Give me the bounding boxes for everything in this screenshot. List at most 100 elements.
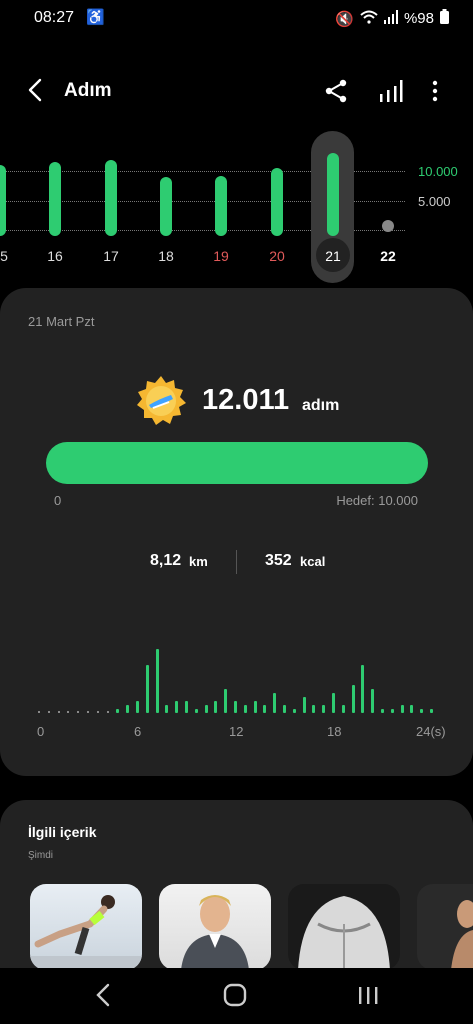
system-nav-bar (0, 968, 473, 1024)
progress-goal-label: Hedef: 10.000 (336, 493, 418, 508)
week-bar[interactable] (105, 160, 117, 236)
torso-image (298, 896, 390, 970)
calories-unit: kcal (300, 554, 326, 569)
day-label[interactable]: 20 (262, 248, 292, 264)
hist-bar (342, 705, 345, 713)
hist-bar (401, 705, 404, 713)
hist-bar (234, 701, 237, 713)
day-label[interactable]: 19 (206, 248, 236, 264)
hist-bar (371, 689, 374, 713)
wifi-icon (360, 10, 378, 28)
hist-bar (332, 693, 335, 713)
man-portrait-image (181, 895, 249, 970)
battery-text: %98 (403, 10, 434, 27)
week-bar-empty (382, 220, 394, 232)
step-count: 12.011 (202, 384, 290, 416)
hist-dot (58, 711, 60, 713)
week-bar[interactable] (0, 165, 6, 236)
hist-axis-label: 18 (327, 724, 342, 739)
calories-value: 352 (265, 552, 292, 569)
accessibility-icon: ♿ (86, 9, 105, 26)
nav-recents-icon (359, 987, 378, 1004)
hist-bar (322, 705, 325, 713)
hist-bar (391, 709, 394, 713)
hist-axis-label: 12 (229, 724, 244, 739)
hist-dot (38, 711, 40, 713)
hist-bar (116, 709, 119, 713)
hist-bar (136, 701, 139, 713)
day-label-selected[interactable]: 21 (318, 248, 348, 264)
workout-image (30, 895, 142, 970)
nav-back-button[interactable] (92, 982, 114, 1013)
achievement-badge (135, 375, 187, 432)
distance-unit: km (189, 554, 208, 569)
hist-bar (146, 665, 149, 713)
hist-dot (77, 711, 79, 713)
hist-dot (48, 711, 50, 713)
week-bar[interactable] (49, 162, 61, 236)
hist-dot (97, 711, 99, 713)
card-date: 21 Mart Pzt (28, 314, 95, 329)
day-label-today[interactable]: 22 (373, 248, 403, 264)
hist-bar (254, 701, 257, 713)
hist-bar (156, 649, 159, 713)
goal-badge-icon (137, 376, 186, 425)
fitness-image (451, 900, 473, 970)
battery-icon (440, 9, 449, 28)
nav-recents-button[interactable] (356, 983, 380, 1012)
step-unit: adım (302, 397, 340, 414)
day-label[interactable]: 18 (151, 248, 181, 264)
hist-bar (430, 709, 433, 713)
hist-bar (224, 689, 227, 713)
more-options-button[interactable] (428, 78, 442, 109)
hist-bar (293, 709, 296, 713)
day-label[interactable]: 17 (96, 248, 126, 264)
related-thumb-man[interactable] (159, 884, 271, 970)
related-thumb-partial[interactable] (417, 884, 473, 970)
related-title: İlgili içerik (28, 824, 97, 840)
progress-min-label: 0 (54, 493, 62, 508)
related-thumb-torso[interactable] (288, 884, 400, 970)
nav-home-icon (223, 983, 247, 1007)
nav-home-button[interactable] (223, 983, 247, 1012)
day-label[interactable]: 5 (0, 248, 19, 264)
hist-bar (244, 705, 247, 713)
hist-bar (420, 709, 423, 713)
share-icon (325, 79, 347, 103)
hist-axis-label: 6 (134, 724, 142, 739)
hist-dot (87, 711, 89, 713)
hist-bar (126, 705, 129, 713)
hist-bar (273, 693, 276, 713)
hist-bar (381, 709, 384, 713)
hist-bar (312, 705, 315, 713)
goal-label-high: 10.000 (418, 164, 458, 179)
hist-bar (361, 665, 364, 713)
hist-bar (214, 701, 217, 713)
hist-bar (165, 705, 168, 713)
related-thumb-workout[interactable] (30, 884, 142, 970)
share-button[interactable] (323, 78, 349, 109)
week-bar[interactable] (160, 177, 172, 236)
more-vert-icon (432, 80, 438, 102)
hist-bar (175, 701, 178, 713)
stats-button[interactable] (378, 78, 404, 109)
week-bar[interactable] (327, 153, 339, 236)
hist-axis-label: 24(s) (416, 724, 446, 739)
hist-bar (185, 701, 188, 713)
signal-icon (383, 9, 398, 28)
hist-bar (283, 705, 286, 713)
goal-progress-bar (46, 442, 428, 484)
bar-chart-icon (380, 80, 403, 102)
goal-label-low: 5.000 (418, 194, 451, 209)
mute-icon: 🔇 (335, 10, 354, 28)
related-subtitle: Şimdi (28, 850, 54, 861)
nav-back-icon (96, 983, 110, 1007)
week-bar[interactable] (215, 176, 227, 236)
back-button[interactable] (22, 76, 50, 104)
week-bar[interactable] (271, 168, 283, 236)
hist-bar (410, 705, 413, 713)
day-label[interactable]: 16 (40, 248, 70, 264)
hist-bar (195, 709, 198, 713)
hist-axis-label: 0 (37, 724, 45, 739)
status-icons: 🔇 %98 (335, 9, 449, 28)
